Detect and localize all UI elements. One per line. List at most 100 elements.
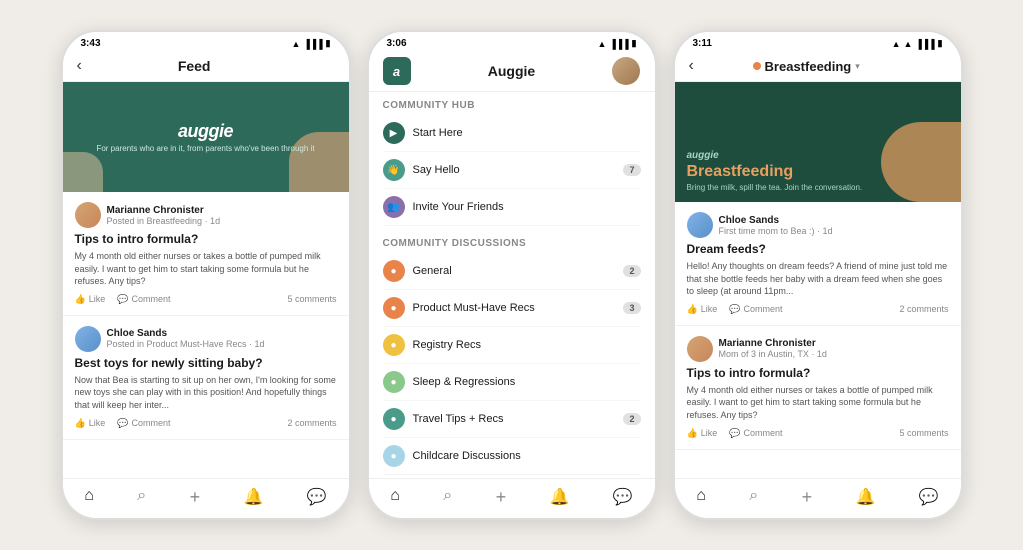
signal-icon-2: ▐▐▐ xyxy=(609,39,628,49)
nav-plus-2[interactable]: + xyxy=(496,487,507,508)
feed-hero: auggie For parents who are in it, from p… xyxy=(63,82,349,192)
bf-comment-icon-1: 💬 xyxy=(729,304,740,315)
post-author-1: Marianne Chronister xyxy=(107,205,337,216)
bf-comment-button-1[interactable]: 💬 Comment xyxy=(729,304,782,315)
item-sleep[interactable]: ● Sleep & Regressions xyxy=(383,364,641,401)
item-childcare[interactable]: ● Childcare Discussions xyxy=(383,438,641,475)
nav-chat-1[interactable]: 💬 xyxy=(307,487,327,508)
nav-search-1[interactable]: ⌕ xyxy=(137,487,146,508)
bf-hero-subtitle: Bring the milk, spill the tea. Join the … xyxy=(687,183,949,192)
auggie-icon[interactable]: a xyxy=(383,57,411,85)
sleep-icon: ● xyxy=(383,371,405,393)
bf-post-meta-text-1: Chloe Sands First time mom to Bea :) · 1… xyxy=(719,215,949,236)
status-icons-3: ▲ ▲ ▐▐▐ ▮ xyxy=(892,38,943,49)
phone-breastfeeding: 3:11 ▲ ▲ ▐▐▐ ▮ ‹ Breastfeeding ▾ auggie xyxy=(673,30,963,520)
nav-search-3[interactable]: ⌕ xyxy=(749,487,758,508)
bf-post-meta-text-2: Marianne Chronister Mom of 3 in Austin, … xyxy=(719,338,949,359)
bf-thumbs-icon-1: 👍 xyxy=(687,304,698,315)
invite-icon: 👥 xyxy=(383,196,405,218)
feed-post-1: Marianne Chronister Posted in Breastfeed… xyxy=(63,192,349,316)
post-title-1[interactable]: Tips to intro formula? xyxy=(75,232,337,246)
status-bar-3: 3:11 ▲ ▲ ▐▐▐ ▮ xyxy=(675,32,961,51)
bf-comments-count-2: 5 comments xyxy=(899,428,948,438)
bf-post-author-2: Marianne Chronister xyxy=(719,338,949,349)
feed-title: Feed xyxy=(178,58,211,74)
phone-community: 3:06 ▲ ▐▐▐ ▮ a Auggie Community Hub ▶ St… xyxy=(367,30,657,520)
bf-avatar-1 xyxy=(687,212,713,238)
item-product-recs[interactable]: ● Product Must-Have Recs 3 xyxy=(383,290,641,327)
post-sub-1: Posted in Breastfeeding · 1d xyxy=(107,216,337,226)
bf-post-title-1[interactable]: Dream feeds? xyxy=(687,242,949,256)
general-icon: ● xyxy=(383,260,405,282)
start-here-label: Start Here xyxy=(413,127,641,139)
bottom-nav-2: ⌂ ⌕ + 🔔 💬 xyxy=(369,478,655,518)
nav-plus-3[interactable]: + xyxy=(802,487,813,508)
time-1: 3:43 xyxy=(81,38,101,49)
childcare-icon: ● xyxy=(383,445,405,467)
item-travel[interactable]: ● Travel Tips + Recs 2 xyxy=(383,401,641,438)
post-meta-1: Marianne Chronister Posted in Breastfeed… xyxy=(75,202,337,228)
bf-like-label-1: Like xyxy=(701,304,718,314)
start-here-icon: ▶ xyxy=(383,122,405,144)
nav-bell-2[interactable]: 🔔 xyxy=(550,487,570,508)
comment-icon-2: 💬 xyxy=(117,418,128,429)
wifi-icon: ▲ xyxy=(291,39,300,49)
bf-post-2: Marianne Chronister Mom of 3 in Austin, … xyxy=(675,326,961,450)
item-registry[interactable]: ● Registry Recs xyxy=(383,327,641,364)
item-general[interactable]: ● General 2 xyxy=(383,253,641,290)
bf-comment-icon-2: 💬 xyxy=(729,428,740,439)
time-2: 3:06 xyxy=(387,38,407,49)
like-button-1[interactable]: 👍 Like xyxy=(75,294,106,305)
travel-icon: ● xyxy=(383,408,405,430)
chevron-down-icon: ▾ xyxy=(855,61,860,72)
community-title: Auggie xyxy=(488,63,535,79)
item-invite[interactable]: 👥 Invite Your Friends xyxy=(383,189,641,226)
like-button-2[interactable]: 👍 Like xyxy=(75,418,106,429)
product-recs-badge: 3 xyxy=(623,302,640,314)
battery-icon-2: ▮ xyxy=(632,38,637,49)
back-button-3[interactable]: ‹ xyxy=(689,57,694,75)
nav-bell-1[interactable]: 🔔 xyxy=(244,487,264,508)
bf-post-actions-1: 👍 Like 💬 Comment 2 comments xyxy=(687,304,949,315)
signal-icon: ▐▐▐ xyxy=(303,39,322,49)
bf-hero: auggie Breastfeeding Bring the milk, spi… xyxy=(675,82,961,202)
bf-avatar-2 xyxy=(687,336,713,362)
bf-post-sub-2: Mom of 3 in Austin, TX · 1d xyxy=(719,349,949,359)
bf-like-button-1[interactable]: 👍 Like xyxy=(687,304,718,315)
nav-bell-3[interactable]: 🔔 xyxy=(856,487,876,508)
comment-button-2[interactable]: 💬 Comment xyxy=(117,418,170,429)
product-recs-label: Product Must-Have Recs xyxy=(413,302,616,314)
bf-thumbs-icon-2: 👍 xyxy=(687,428,698,439)
registry-icon: ● xyxy=(383,334,405,356)
item-say-hello[interactable]: 👋 Say Hello 7 xyxy=(383,152,641,189)
bf-post-author-1: Chloe Sands xyxy=(719,215,949,226)
back-button[interactable]: ‹ xyxy=(77,57,82,75)
nav-search-2[interactable]: ⌕ xyxy=(443,487,452,508)
bf-like-button-2[interactable]: 👍 Like xyxy=(687,428,718,439)
post-title-2[interactable]: Best toys for newly sitting baby? xyxy=(75,356,337,370)
user-avatar[interactable] xyxy=(612,57,640,85)
bf-post-title-2[interactable]: Tips to intro formula? xyxy=(687,366,949,380)
section-discussions: Community Discussions ● General 2 ● Prod… xyxy=(369,230,655,478)
nav-home-2[interactable]: ⌂ xyxy=(390,487,400,508)
general-label: General xyxy=(413,265,616,277)
bf-post-meta-1: Chloe Sands First time mom to Bea :) · 1… xyxy=(687,212,949,238)
bf-header-group: Breastfeeding ▾ xyxy=(753,59,860,74)
nav-chat-2[interactable]: 💬 xyxy=(613,487,633,508)
comment-label-2: Comment xyxy=(131,418,170,428)
nav-home-1[interactable]: ⌂ xyxy=(84,487,94,508)
nav-home-3[interactable]: ⌂ xyxy=(696,487,706,508)
travel-label: Travel Tips + Recs xyxy=(413,413,616,425)
nav-chat-3[interactable]: 💬 xyxy=(919,487,939,508)
signal-icon-3: ▐▐▐ xyxy=(915,39,934,49)
comment-button-1[interactable]: 💬 Comment xyxy=(117,294,170,305)
comment-icon-1: 💬 xyxy=(117,294,128,305)
thumbs-up-icon-2: 👍 xyxy=(75,418,86,429)
avatar-2 xyxy=(75,326,101,352)
bf-comment-label-2: Comment xyxy=(743,428,782,438)
item-start-here[interactable]: ▶ Start Here xyxy=(383,115,641,152)
bf-hero-text: auggie Breastfeeding Bring the milk, spi… xyxy=(687,150,949,192)
bf-post-body-2: My 4 month old either nurses or takes a … xyxy=(687,384,949,422)
nav-plus-1[interactable]: + xyxy=(190,487,201,508)
bf-comment-button-2[interactable]: 💬 Comment xyxy=(729,428,782,439)
